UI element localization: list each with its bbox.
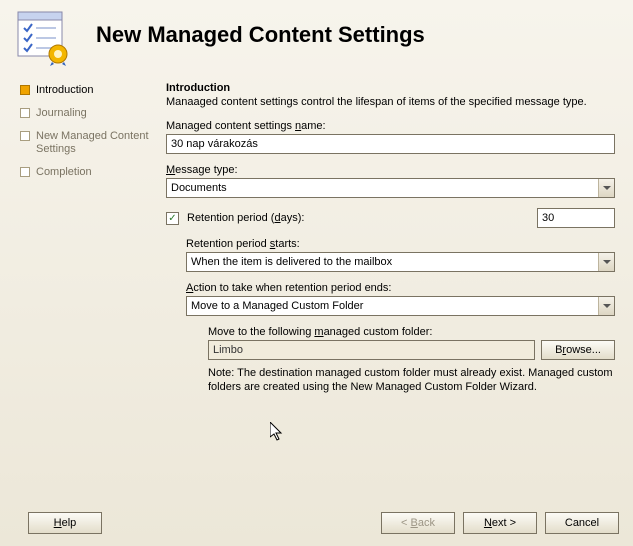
nav-step-marker-icon: [20, 85, 30, 95]
retention-days-input[interactable]: [537, 208, 615, 228]
message-type-select[interactable]: Documents: [166, 178, 615, 198]
retention-starts-label: Retention period starts:: [186, 238, 615, 250]
retention-action-label: Action to take when retention period end…: [186, 282, 615, 294]
wizard-main: Introduction Manaaged content settings c…: [162, 70, 633, 500]
wizard-icon: [14, 10, 70, 66]
wizard-nav: Introduction Journaling New Managed Cont…: [0, 70, 162, 500]
nav-step-marker-icon: [20, 131, 30, 141]
intro-text: Manaaged content settings control the li…: [166, 96, 615, 108]
browse-button[interactable]: Browse...: [541, 340, 615, 360]
chevron-down-icon[interactable]: [598, 253, 614, 271]
cancel-button[interactable]: Cancel: [545, 512, 619, 534]
wizard-header: New Managed Content Settings: [0, 0, 633, 66]
nav-step-marker-icon: [20, 108, 30, 118]
wizard-title: New Managed Content Settings: [96, 22, 425, 48]
settings-name-label: Managed content settings name:: [166, 120, 615, 132]
retention-period-checkbox[interactable]: ✓: [166, 212, 179, 225]
settings-name-input[interactable]: 30 nap várakozás: [166, 134, 615, 154]
message-type-label: Message type:: [166, 164, 615, 176]
nav-item-completion: Completion: [20, 166, 154, 179]
move-to-folder-label: Move to the following managed custom fol…: [208, 326, 615, 338]
nav-item-journaling: Journaling: [20, 107, 154, 120]
wizard-footer: Help < Back Next > Cancel: [0, 506, 633, 546]
back-button: < Back: [381, 512, 455, 534]
help-button[interactable]: Help: [28, 512, 102, 534]
nav-item-introduction: Introduction: [20, 84, 154, 97]
retention-action-select[interactable]: Move to a Managed Custom Folder: [186, 296, 615, 316]
nav-step-marker-icon: [20, 167, 30, 177]
chevron-down-icon[interactable]: [598, 179, 614, 197]
custom-folder-input: Limbo: [208, 340, 535, 360]
next-button[interactable]: Next >: [463, 512, 537, 534]
custom-folder-note: Note: The destination managed custom fol…: [208, 366, 615, 394]
chevron-down-icon[interactable]: [598, 297, 614, 315]
retention-period-label: Retention period (days):: [187, 212, 537, 224]
nav-item-new-managed-content-settings: New Managed Content Settings: [20, 130, 154, 156]
retention-starts-select[interactable]: When the item is delivered to the mailbo…: [186, 252, 615, 272]
section-title: Introduction: [166, 82, 615, 94]
